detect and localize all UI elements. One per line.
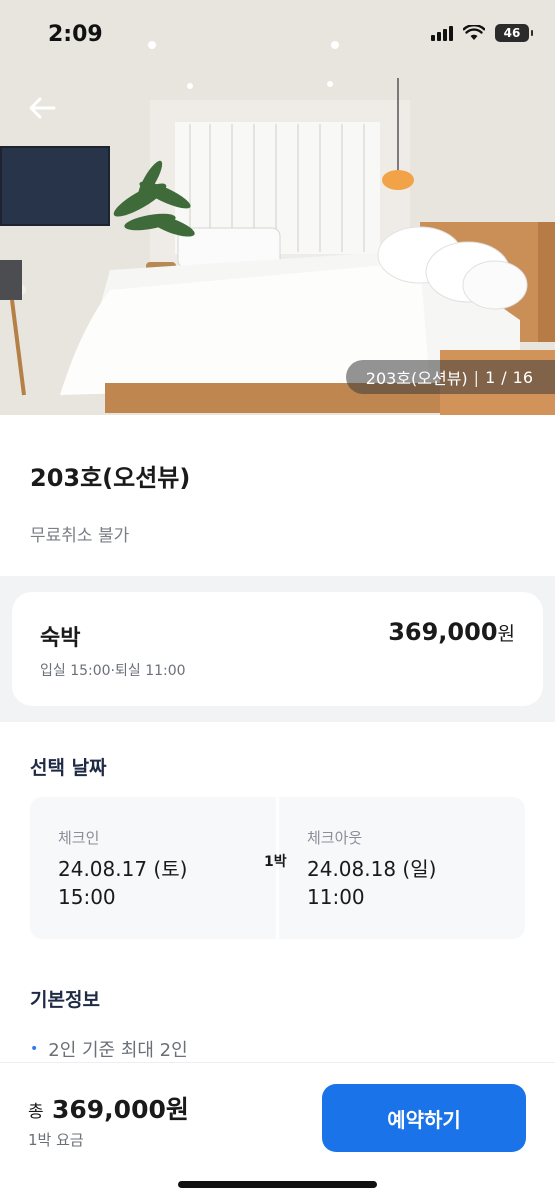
stay-price-currency: 원 (497, 623, 515, 645)
checkin-date: 24.08.17 (토) (58, 857, 188, 881)
photo-counter-slash: / (501, 367, 507, 387)
status-bar: 2:09 46 (0, 0, 555, 70)
date-selector[interactable]: 체크인 24.08.17 (토) 15:00 1박 체크아웃 24.08.18 … (30, 797, 525, 939)
wifi-icon (463, 25, 485, 40)
cancel-policy: 무료취소 불가 (30, 526, 130, 546)
checkout-date: 24.08.18 (일) (307, 857, 437, 881)
checkout-column[interactable]: 체크아웃 24.08.18 (일) 11:00 (279, 797, 525, 939)
checkin-value: 24.08.17 (토) 15:00 (58, 855, 187, 911)
checkin-label: 체크인 (58, 829, 100, 847)
room-title: 203호(오션뷰) (30, 464, 191, 492)
photo-counter-separator: | (473, 367, 480, 387)
basic-info-title: 기본정보 (30, 989, 100, 1011)
photo-counter-room: 203호(오션뷰) (365, 369, 468, 388)
status-icons: 46 (431, 24, 533, 42)
photo-counter-total: 16 (512, 367, 533, 387)
back-button[interactable] (22, 88, 62, 128)
stay-card: 숙박 입실 15:00·퇴실 11:00 369,000원 (12, 592, 543, 706)
arrow-left-icon (29, 97, 56, 119)
selected-dates-title: 선택 날짜 (30, 757, 107, 779)
status-time: 2:09 (48, 22, 103, 47)
total-sub-label: 1박 요금 (28, 1131, 84, 1149)
checkin-checkout-times: 입실 15:00·퇴실 11:00 (40, 663, 186, 679)
basic-info-item: • 2인 기준 최대 2인 (30, 1036, 188, 1062)
checkout-label: 체크아웃 (307, 829, 363, 847)
checkin-column[interactable]: 체크인 24.08.17 (토) 15:00 (30, 797, 276, 939)
stay-section: 숙박 입실 15:00·퇴실 11:00 369,000원 (0, 576, 555, 722)
photo-counter-current: 1 (485, 367, 496, 387)
booking-bar: 총 369,000원 1박 요금 예약하기 (0, 1062, 555, 1200)
stay-type-label: 숙박 (40, 626, 81, 651)
total-prefix: 총 (28, 1102, 44, 1122)
photo-counter: 203호(오션뷰) | 1 / 16 (345, 360, 555, 394)
book-button[interactable]: 예약하기 (322, 1084, 526, 1152)
stay-price: 369,000원 (388, 618, 515, 646)
basic-info-text: 2인 기준 최대 2인 (48, 1040, 188, 1061)
bullet-icon: • (30, 1041, 39, 1057)
total-amount: 369,000원 (52, 1095, 189, 1124)
checkout-time: 11:00 (307, 885, 365, 909)
home-indicator (178, 1181, 377, 1188)
room-header: 203호(오션뷰) 무료취소 불가 (30, 458, 190, 546)
signal-icon (431, 25, 453, 41)
stay-price-amount: 369,000 (388, 618, 498, 646)
room-photo[interactable]: 2:09 46 203호(오션뷰) | 1 / 16 (0, 0, 555, 415)
battery-icon: 46 (495, 24, 533, 42)
checkin-time: 15:00 (58, 885, 116, 909)
checkout-value: 24.08.18 (일) 11:00 (307, 855, 436, 911)
